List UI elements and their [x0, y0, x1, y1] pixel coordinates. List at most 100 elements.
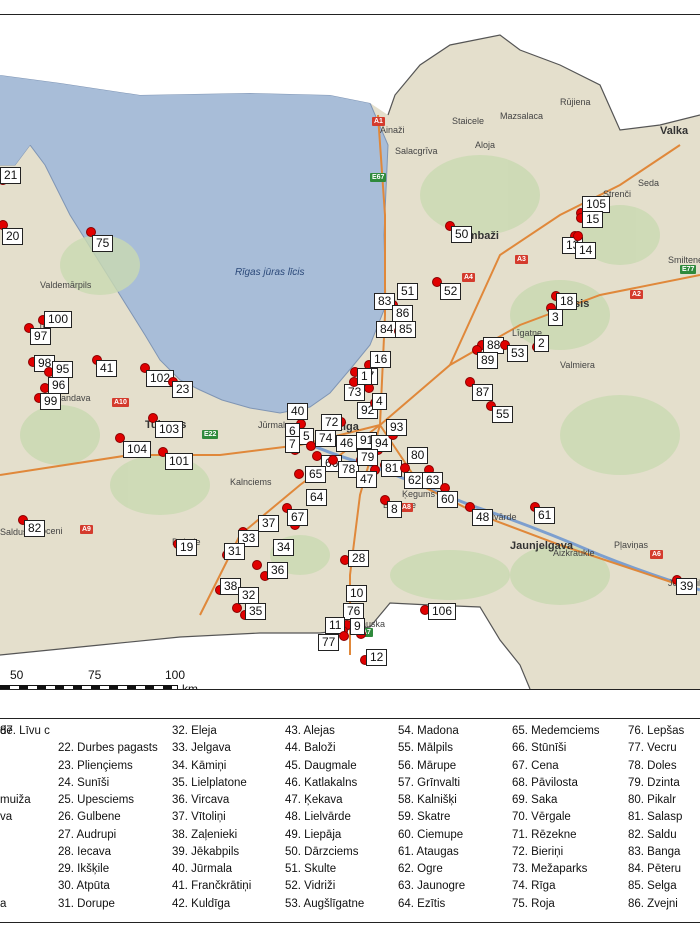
site-marker-label[interactable]: 39	[676, 578, 698, 595]
road-shield-a2: A2	[630, 290, 643, 299]
site-marker-label[interactable]: 48	[472, 509, 494, 526]
site-marker-label[interactable]: 37	[258, 515, 280, 532]
site-marker-label[interactable]: 16	[370, 351, 392, 368]
map-view[interactable]: Rīgas jūras līcis ValdemārpilsTalsiKanda…	[0, 14, 700, 690]
site-marker-label[interactable]: 34	[273, 539, 295, 556]
site-marker-label[interactable]: 80	[407, 447, 429, 464]
site-marker-label[interactable]: 85	[395, 321, 417, 338]
town-label: Valmiera	[560, 360, 595, 370]
road-shield-a9: A9	[80, 525, 93, 534]
site-marker-label[interactable]: 21	[0, 167, 22, 184]
site-marker-label[interactable]: 95	[52, 361, 74, 378]
legend-item: 31. Dorupe	[58, 898, 115, 910]
site-marker-label[interactable]: 28	[348, 550, 370, 567]
site-marker-label[interactable]: 75	[92, 235, 114, 252]
town-label: Salacgrīva	[395, 146, 438, 156]
site-marker-label[interactable]: 3	[548, 309, 563, 326]
site-marker-label[interactable]: 72	[321, 414, 343, 431]
site-marker-label[interactable]: 97	[30, 328, 52, 345]
site-marker-label[interactable]: 77	[318, 634, 340, 651]
site-marker-label[interactable]: 65	[305, 466, 327, 483]
site-marker-label[interactable]: 41	[96, 360, 118, 377]
site-marker-label[interactable]: 74	[315, 430, 337, 447]
sea-label: Rīgas jūras līcis	[235, 267, 305, 278]
site-marker-label[interactable]: 18	[556, 293, 578, 310]
legend-item: 79. Dzinta	[628, 777, 680, 789]
site-marker-label[interactable]: 96	[48, 377, 70, 394]
legend-item: 41. Frančkrātiņi	[172, 880, 252, 892]
legend-item: 59. Skatre	[398, 811, 451, 823]
site-marker-label[interactable]: 19	[176, 539, 198, 556]
site-marker-label[interactable]: 15	[582, 211, 604, 228]
site-marker-label[interactable]: 36	[267, 562, 289, 579]
site-marker-dot[interactable]	[573, 231, 583, 241]
site-marker-label[interactable]: 46	[336, 435, 358, 452]
legend-item: 37. Vītoliņi	[172, 811, 226, 823]
site-marker-label[interactable]: 86	[392, 305, 414, 322]
site-marker-label[interactable]: 8	[387, 501, 402, 518]
site-marker-label[interactable]: 64	[306, 489, 328, 506]
site-marker-label[interactable]: 10	[346, 585, 368, 602]
site-marker-label[interactable]: 9	[350, 618, 365, 635]
town-label: Aloja	[475, 140, 496, 150]
legend-item: 77. Vecru	[628, 742, 677, 754]
scale-unit: km	[182, 682, 198, 690]
site-marker-label[interactable]: 89	[477, 352, 499, 369]
legend-item: 71. Rēzekne	[512, 829, 577, 841]
site-marker-label[interactable]: 32	[238, 587, 260, 604]
legend-item: 39. Jēkabpils	[172, 846, 240, 858]
site-marker-label[interactable]: 35	[245, 603, 267, 620]
site-marker-label[interactable]: 82	[24, 520, 46, 537]
site-marker-label[interactable]: 40	[287, 403, 309, 420]
site-marker-label[interactable]: 7	[285, 436, 300, 453]
site-marker-dot[interactable]	[294, 469, 304, 479]
road-shield-a3: A3	[515, 255, 528, 264]
road-shield-a10: A10	[112, 398, 129, 407]
site-marker-label[interactable]: 99	[40, 393, 62, 410]
legend-item: va	[0, 811, 13, 823]
site-marker-label[interactable]: 106	[428, 603, 457, 620]
site-marker-label[interactable]: 67	[287, 509, 309, 526]
legend-item: 46. Katlakalns	[285, 777, 358, 789]
site-marker-label[interactable]: 55	[492, 406, 514, 423]
site-marker-label[interactable]: 1	[357, 368, 372, 385]
road-shield-e77: E77	[680, 265, 697, 274]
legend: de muiža va a 22. Durbes pagasts 23. Pliençie…	[0, 718, 700, 923]
legend-item: 50. Dārzciems	[285, 846, 359, 858]
site-marker-label[interactable]: 61	[534, 507, 556, 524]
site-marker-label[interactable]: 51	[397, 283, 419, 300]
site-marker-label[interactable]: 53	[507, 345, 529, 362]
scale-bar: 50 75 100 km	[0, 668, 200, 690]
site-marker-label[interactable]: 12	[366, 649, 388, 666]
scale-tick-75: 75	[88, 668, 102, 682]
legend-item: 32. Eleja	[172, 725, 217, 737]
site-marker-label[interactable]: 60	[437, 491, 459, 508]
site-marker-label[interactable]: 14	[575, 242, 597, 259]
site-marker-label[interactable]: 31	[224, 543, 246, 560]
legend-item: 26. Gulbene	[58, 811, 121, 823]
town-label: Pļaviņas	[614, 540, 649, 550]
site-marker-label[interactable]: 87	[472, 384, 494, 401]
site-marker-label[interactable]: 101	[165, 453, 194, 470]
road-shield-a4: A4	[462, 273, 475, 282]
site-marker-label[interactable]: 50	[451, 226, 473, 243]
site-marker-dot[interactable]	[339, 631, 349, 641]
legend-item: 74. Rīga	[512, 880, 556, 892]
legend-item: 27. Audrupi	[58, 829, 117, 841]
site-marker-label[interactable]: 2	[534, 335, 549, 352]
site-marker-label[interactable]: 52	[440, 283, 462, 300]
site-marker-label[interactable]: 104	[123, 441, 152, 458]
site-marker-label[interactable]: 79	[357, 449, 379, 466]
legend-item: 67. Cena	[512, 760, 559, 772]
site-marker-label[interactable]: 20	[2, 228, 24, 245]
site-marker-label[interactable]: 93	[386, 419, 408, 436]
site-marker-label[interactable]: 100	[44, 311, 73, 328]
site-marker-label[interactable]: 103	[155, 421, 184, 438]
site-marker-label[interactable]: 4	[372, 393, 387, 410]
road-shield-a6: A6	[650, 550, 663, 559]
site-marker-dot[interactable]	[252, 560, 262, 570]
site-marker-label[interactable]: 47	[356, 471, 378, 488]
site-marker-dot[interactable]	[328, 455, 338, 465]
legend-item: 28. Iecava	[58, 846, 112, 858]
site-marker-label[interactable]: 23	[172, 381, 194, 398]
